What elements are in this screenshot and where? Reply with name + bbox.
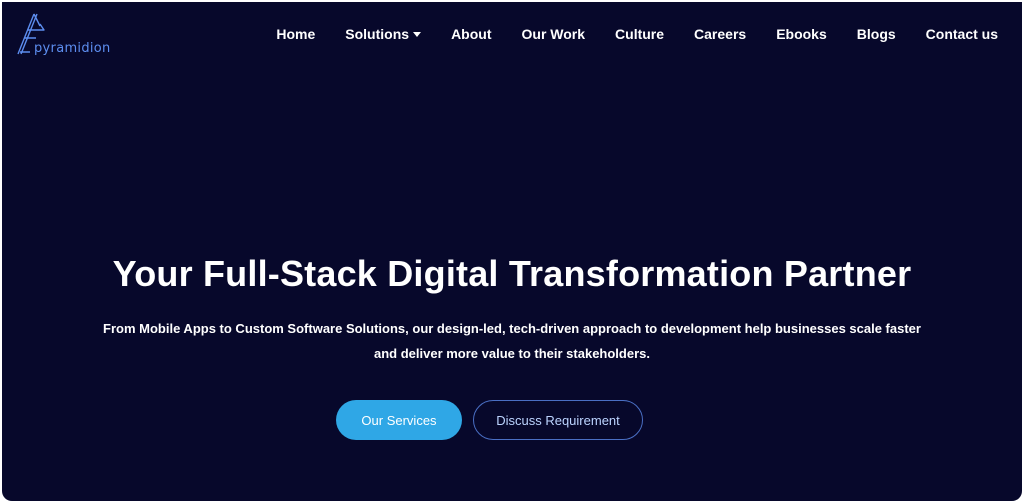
our-services-button[interactable]: Our Services [336,400,462,440]
main-nav: Home Solutions About Our Work Culture Ca… [276,26,998,42]
nav-careers[interactable]: Careers [694,26,746,42]
caret-down-icon [413,32,422,37]
page-frame: pyramidion Home Solutions About Our Work… [2,2,1022,501]
nav-ebooks[interactable]: Ebooks [776,26,827,42]
nav-culture[interactable]: Culture [615,26,664,42]
nav-blogs-label: Blogs [856,26,896,42]
discuss-requirement-button[interactable]: Discuss Requirement [473,400,643,440]
nav-blogs[interactable]: Blogs [857,26,896,42]
hero-subtitle: From Mobile Apps to Custom Software Solu… [32,316,992,366]
nav-our-work[interactable]: Our Work [522,26,586,42]
hero-subtitle-line-2: and deliver more value to their stakehol… [374,346,650,361]
nav-about[interactable]: About [451,26,491,42]
nav-ebooks-label: Ebooks [776,26,827,42]
nav-about-label: About [451,26,492,42]
nav-contact-us[interactable]: Contact us [926,26,998,42]
hero-subtitle-line-1: From Mobile Apps to Custom Software Solu… [103,321,921,336]
brand-logo[interactable]: pyramidion [14,12,114,62]
nav-contact-us-label: Contact us [925,26,998,42]
nav-our-work-label: Our Work [521,26,586,42]
hero-title: Your Full-Stack Digital Transformation P… [112,253,912,294]
nav-solutions[interactable]: Solutions [345,26,422,42]
brand-name: pyramidion [34,41,111,56]
nav-solutions-label: Solutions [345,26,410,42]
nav-careers-label: Careers [694,26,747,42]
nav-home-label: Home [276,26,316,42]
nav-culture-label: Culture [615,26,665,42]
nav-home[interactable]: Home [276,26,315,42]
